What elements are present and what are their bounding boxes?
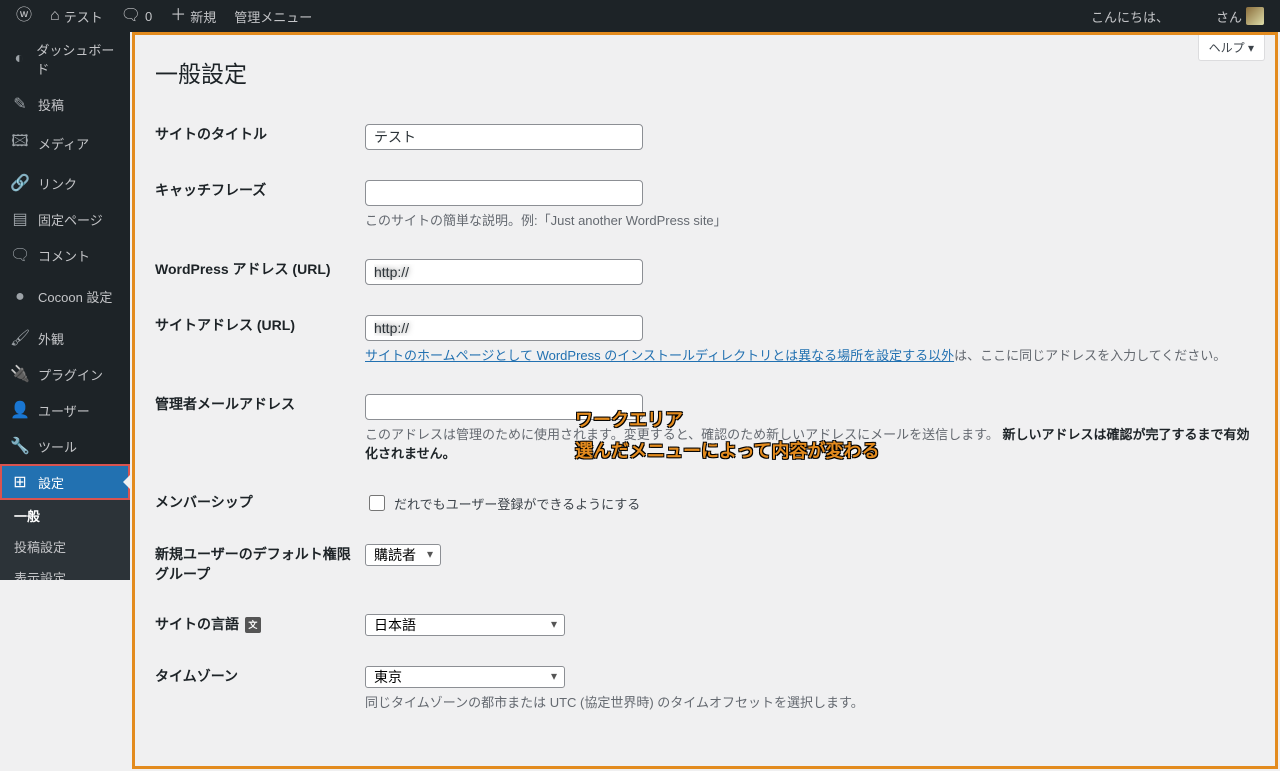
submenu-item-2[interactable]: 表示設定: [0, 562, 130, 580]
sidebar-item-11[interactable]: ⊞ 設定: [0, 464, 130, 500]
user-greeting[interactable]: こんにちは、 さん: [1083, 0, 1272, 32]
sidebar-item-2[interactable]: 🖾 メディア: [0, 122, 130, 165]
sidebar-item-10[interactable]: 🔧 ツール: [0, 428, 130, 464]
sidebar-item-0[interactable]: ◐ ダッシュボード: [0, 32, 130, 86]
sidebar-item-3[interactable]: 🔗 リンク: [0, 165, 130, 201]
timezone-select[interactable]: 東京: [365, 666, 565, 688]
tagline-label: キャッチフレーズ: [155, 165, 365, 244]
menu-icon: ●: [10, 288, 30, 306]
menu-label: ユーザー: [38, 401, 90, 420]
menu-label: メディア: [38, 134, 89, 153]
menu-label: コメント: [38, 246, 90, 265]
menu-label: ダッシュボード: [36, 40, 120, 78]
menu-icon: 🔗: [10, 173, 30, 193]
wp-url-input[interactable]: [365, 259, 643, 285]
new-label: 新規: [190, 7, 216, 26]
menu-icon: ✎: [10, 94, 30, 114]
membership-checkbox-text: だれでもユーザー登録ができるようにする: [394, 494, 640, 513]
site-url-label: サイトアドレス (URL): [155, 300, 365, 379]
menu-icon: ▤: [10, 209, 30, 229]
annotation-overlay: ワークエリア 選んだメニューによって内容が変わる: [575, 405, 880, 466]
timezone-help: 同じタイムゾーンの都市または UTC (協定世界時) のタイムオフセットを選択し…: [365, 692, 1255, 711]
site-title-input[interactable]: [365, 124, 643, 150]
help-label: ヘルプ ▾: [1209, 41, 1254, 55]
menu-icon: 🖾: [10, 130, 30, 157]
menu-label: リンク: [38, 174, 77, 193]
default-role-select[interactable]: 購読者: [365, 544, 441, 566]
submenu-item-1[interactable]: 投稿設定: [0, 531, 130, 562]
menu-icon: 🖌: [10, 328, 30, 348]
wordpress-icon: ⓦ: [16, 8, 32, 24]
help-tab[interactable]: ヘルプ ▾: [1198, 35, 1265, 61]
membership-checkbox[interactable]: [369, 495, 385, 511]
plus-icon: ＋: [170, 8, 186, 24]
language-select[interactable]: 日本語: [365, 614, 565, 636]
menu-label: 固定ページ: [38, 210, 103, 229]
home-icon: ⌂: [50, 8, 60, 24]
site-url-help: サイトのホームページとして WordPress のインストールディレクトリとは異…: [365, 345, 1255, 364]
menu-label: プラグイン: [38, 365, 103, 384]
membership-label: メンバーシップ: [155, 477, 365, 529]
menu-icon: ◐: [10, 50, 28, 68]
avatar-icon: [1246, 7, 1264, 25]
site-name-label: テスト: [64, 7, 103, 26]
admin-bar: ⓦ ⌂テスト 🗨0 ＋新規 管理メニュー こんにちは、 さん: [0, 0, 1280, 32]
sidebar-item-4[interactable]: ▤ 固定ページ: [0, 201, 130, 237]
site-url-help-tail: は、ここに同じアドレスを入力してください。: [954, 348, 1226, 363]
admin-email-label: 管理者メールアドレス: [155, 379, 365, 477]
timezone-label: タイムゾーン: [155, 651, 365, 726]
admin-menu-link[interactable]: 管理メニュー: [226, 0, 320, 32]
menu-icon: ⊞: [10, 472, 30, 492]
comment-icon: 🗨: [121, 8, 141, 24]
sidebar-item-5[interactable]: 🗨 コメント: [0, 237, 130, 273]
sidebar-item-6[interactable]: ● Cocoon 設定: [0, 279, 130, 314]
tagline-help: このサイトの簡単な説明。例:「Just another WordPress si…: [365, 210, 1255, 229]
site-url-help-link[interactable]: サイトのホームページとして WordPress のインストールディレクトリとは異…: [365, 348, 954, 363]
sidebar-item-7[interactable]: 🖌 外観: [0, 320, 130, 356]
admin-sidebar: ◐ ダッシュボード ✎ 投稿 🖾 メディア 🔗 リンク ▤ 固定ページ 🗨 コメント ● Cocoon 設…: [0, 32, 130, 580]
wp-logo-menu[interactable]: ⓦ: [8, 0, 40, 32]
menu-label: 外観: [38, 329, 64, 348]
admin-menu-label: 管理メニュー: [234, 7, 312, 26]
sidebar-item-1[interactable]: ✎ 投稿: [0, 86, 130, 122]
page-title: 一般設定: [155, 55, 1255, 89]
menu-icon: 🔌: [10, 364, 30, 384]
main-content: ヘルプ ▾ 一般設定 サイトのタイトル キャッチフレーズ このサイトの簡単な説明…: [130, 32, 1280, 769]
menu-label: 設定: [38, 473, 64, 492]
greeting-prefix: こんにちは、: [1091, 7, 1169, 26]
menu-icon: 🗨: [10, 245, 30, 265]
menu-label: ツール: [38, 437, 77, 456]
site-name-menu[interactable]: ⌂テスト: [42, 0, 111, 32]
greeting-suffix: さん: [1216, 7, 1242, 26]
menu-label: 投稿: [38, 95, 64, 114]
comments-count: 0: [145, 9, 152, 24]
translate-icon: 文: [245, 617, 261, 633]
annotation-line2: 選んだメニューによって内容が変わる: [575, 436, 880, 467]
tagline-input[interactable]: [365, 180, 643, 206]
comments-menu[interactable]: 🗨0: [113, 0, 161, 32]
settings-submenu: 一般投稿設定表示設定ディスカッションメディアパーマリンクプライバシー: [0, 500, 130, 580]
sidebar-item-9[interactable]: 👤 ユーザー: [0, 392, 130, 428]
menu-icon: 👤: [10, 400, 30, 420]
site-title-label: サイトのタイトル: [155, 109, 365, 165]
default-role-label: 新規ユーザーのデフォルト権限グループ: [155, 529, 365, 599]
wp-url-label: WordPress アドレス (URL): [155, 244, 365, 300]
menu-icon: 🔧: [10, 436, 30, 456]
language-label: サイトの言語 文: [155, 599, 365, 651]
membership-checkbox-label[interactable]: だれでもユーザー登録ができるようにする: [365, 492, 1255, 514]
site-url-input[interactable]: [365, 315, 643, 341]
username: [1173, 7, 1212, 26]
work-area: ヘルプ ▾ 一般設定 サイトのタイトル キャッチフレーズ このサイトの簡単な説明…: [132, 32, 1278, 769]
annotation-line1: ワークエリア: [575, 405, 880, 436]
submenu-item-0[interactable]: 一般: [0, 500, 130, 531]
sidebar-item-8[interactable]: 🔌 プラグイン: [0, 356, 130, 392]
menu-label: Cocoon 設定: [38, 287, 112, 306]
new-content-menu[interactable]: ＋新規: [162, 0, 224, 32]
